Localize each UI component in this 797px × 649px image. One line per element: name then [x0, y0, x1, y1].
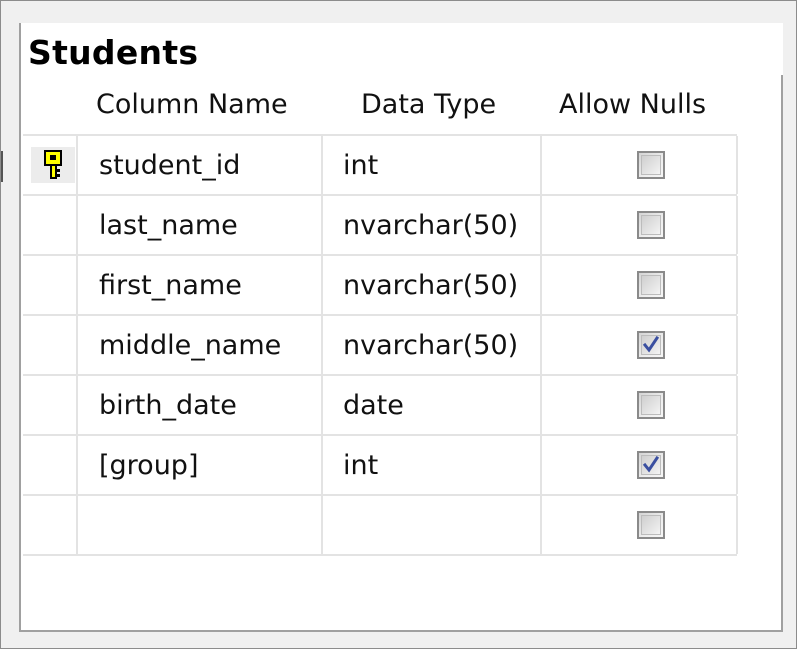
checkmark-icon — [642, 456, 660, 473]
table-row[interactable]: birth_date date — [23, 376, 738, 436]
allow-nulls-checkbox[interactable] — [637, 211, 665, 239]
table-row[interactable]: student_id int — [23, 134, 738, 196]
allow-nulls-checkbox[interactable] — [637, 391, 665, 419]
allow-nulls-checkbox[interactable] — [637, 151, 665, 179]
allow-nulls-checkbox[interactable] — [637, 331, 665, 359]
columns-grid: student_id int last_name nvarchar(50) fi… — [23, 134, 738, 556]
window-right-border — [781, 75, 783, 632]
allow-nulls-checkbox[interactable] — [637, 511, 665, 539]
checkbox-inner — [641, 215, 661, 235]
table-row[interactable]: first_name nvarchar(50) — [23, 256, 738, 316]
checkbox-inner — [641, 155, 661, 175]
allow-nulls-checkbox[interactable] — [637, 271, 665, 299]
table-row[interactable]: middle_name nvarchar(50) — [23, 316, 738, 376]
checkbox-inner — [641, 275, 661, 295]
allow-nulls-checkbox[interactable] — [637, 451, 665, 479]
allow-nulls-cell — [542, 376, 738, 434]
data-type-cell[interactable]: nvarchar(50) — [323, 256, 542, 314]
column-name-cell[interactable]: first_name — [78, 256, 323, 314]
column-name-cell[interactable]: middle_name — [78, 316, 323, 374]
column-name-cell[interactable]: [group] — [78, 436, 323, 494]
column-header-row: Column Name Data Type Allow Nulls — [21, 83, 781, 129]
data-type-cell[interactable]: int — [323, 136, 542, 194]
data-type-cell[interactable]: date — [323, 376, 542, 434]
column-name-cell[interactable]: student_id — [78, 136, 323, 194]
row-selector[interactable] — [23, 376, 78, 434]
allow-nulls-cell — [542, 256, 738, 314]
allow-nulls-cell — [542, 496, 738, 554]
primary-key-indicator — [31, 147, 75, 183]
table-row-new[interactable] — [23, 496, 738, 556]
row-selector[interactable] — [23, 436, 78, 494]
row-selector[interactable] — [23, 196, 78, 254]
designer-surface: Students Column Name Data Type Allow Nul… — [0, 0, 797, 649]
header-allow-nulls: Allow Nulls — [559, 89, 707, 120]
column-name-cell[interactable] — [78, 496, 323, 554]
checkbox-inner — [641, 515, 661, 535]
row-selector[interactable] — [23, 136, 78, 194]
row-selector[interactable] — [23, 256, 78, 314]
table-row[interactable]: [group] int — [23, 436, 738, 496]
header-data-type: Data Type — [361, 89, 497, 120]
checkbox-inner — [641, 335, 661, 355]
column-name-cell[interactable]: last_name — [78, 196, 323, 254]
table-title[interactable]: Students — [28, 31, 198, 75]
checkbox-inner — [641, 455, 661, 475]
header-column-name: Column Name — [96, 89, 288, 120]
data-type-cell[interactable]: int — [323, 436, 542, 494]
allow-nulls-cell — [542, 196, 738, 254]
relationship-connector — [1, 151, 3, 182]
column-name-cell[interactable]: birth_date — [78, 376, 323, 434]
allow-nulls-cell — [542, 436, 738, 494]
row-selector[interactable] — [23, 316, 78, 374]
table-row[interactable]: last_name nvarchar(50) — [23, 196, 738, 256]
allow-nulls-cell — [542, 316, 738, 374]
checkbox-inner — [641, 395, 661, 415]
data-type-cell[interactable]: nvarchar(50) — [323, 196, 542, 254]
data-type-cell[interactable]: nvarchar(50) — [323, 316, 542, 374]
table-designer-window[interactable]: Students Column Name Data Type Allow Nul… — [19, 23, 783, 632]
checkmark-icon — [642, 336, 660, 353]
data-type-cell[interactable] — [323, 496, 542, 554]
allow-nulls-cell — [542, 136, 738, 194]
row-selector[interactable] — [23, 496, 78, 554]
key-icon — [44, 150, 62, 179]
